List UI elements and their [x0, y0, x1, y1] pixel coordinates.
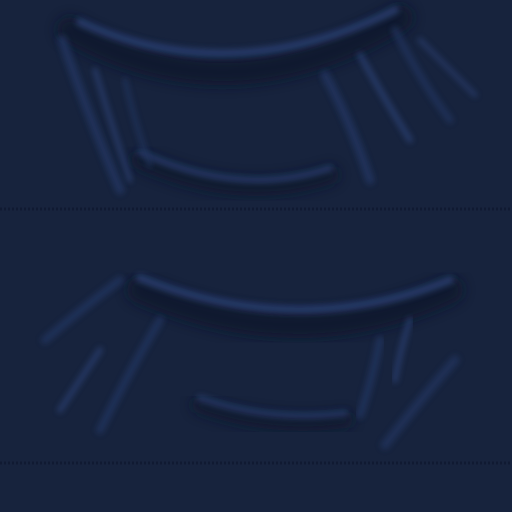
fabric-texture: [0, 0, 512, 512]
fabric-texture-svg: [0, 0, 512, 512]
